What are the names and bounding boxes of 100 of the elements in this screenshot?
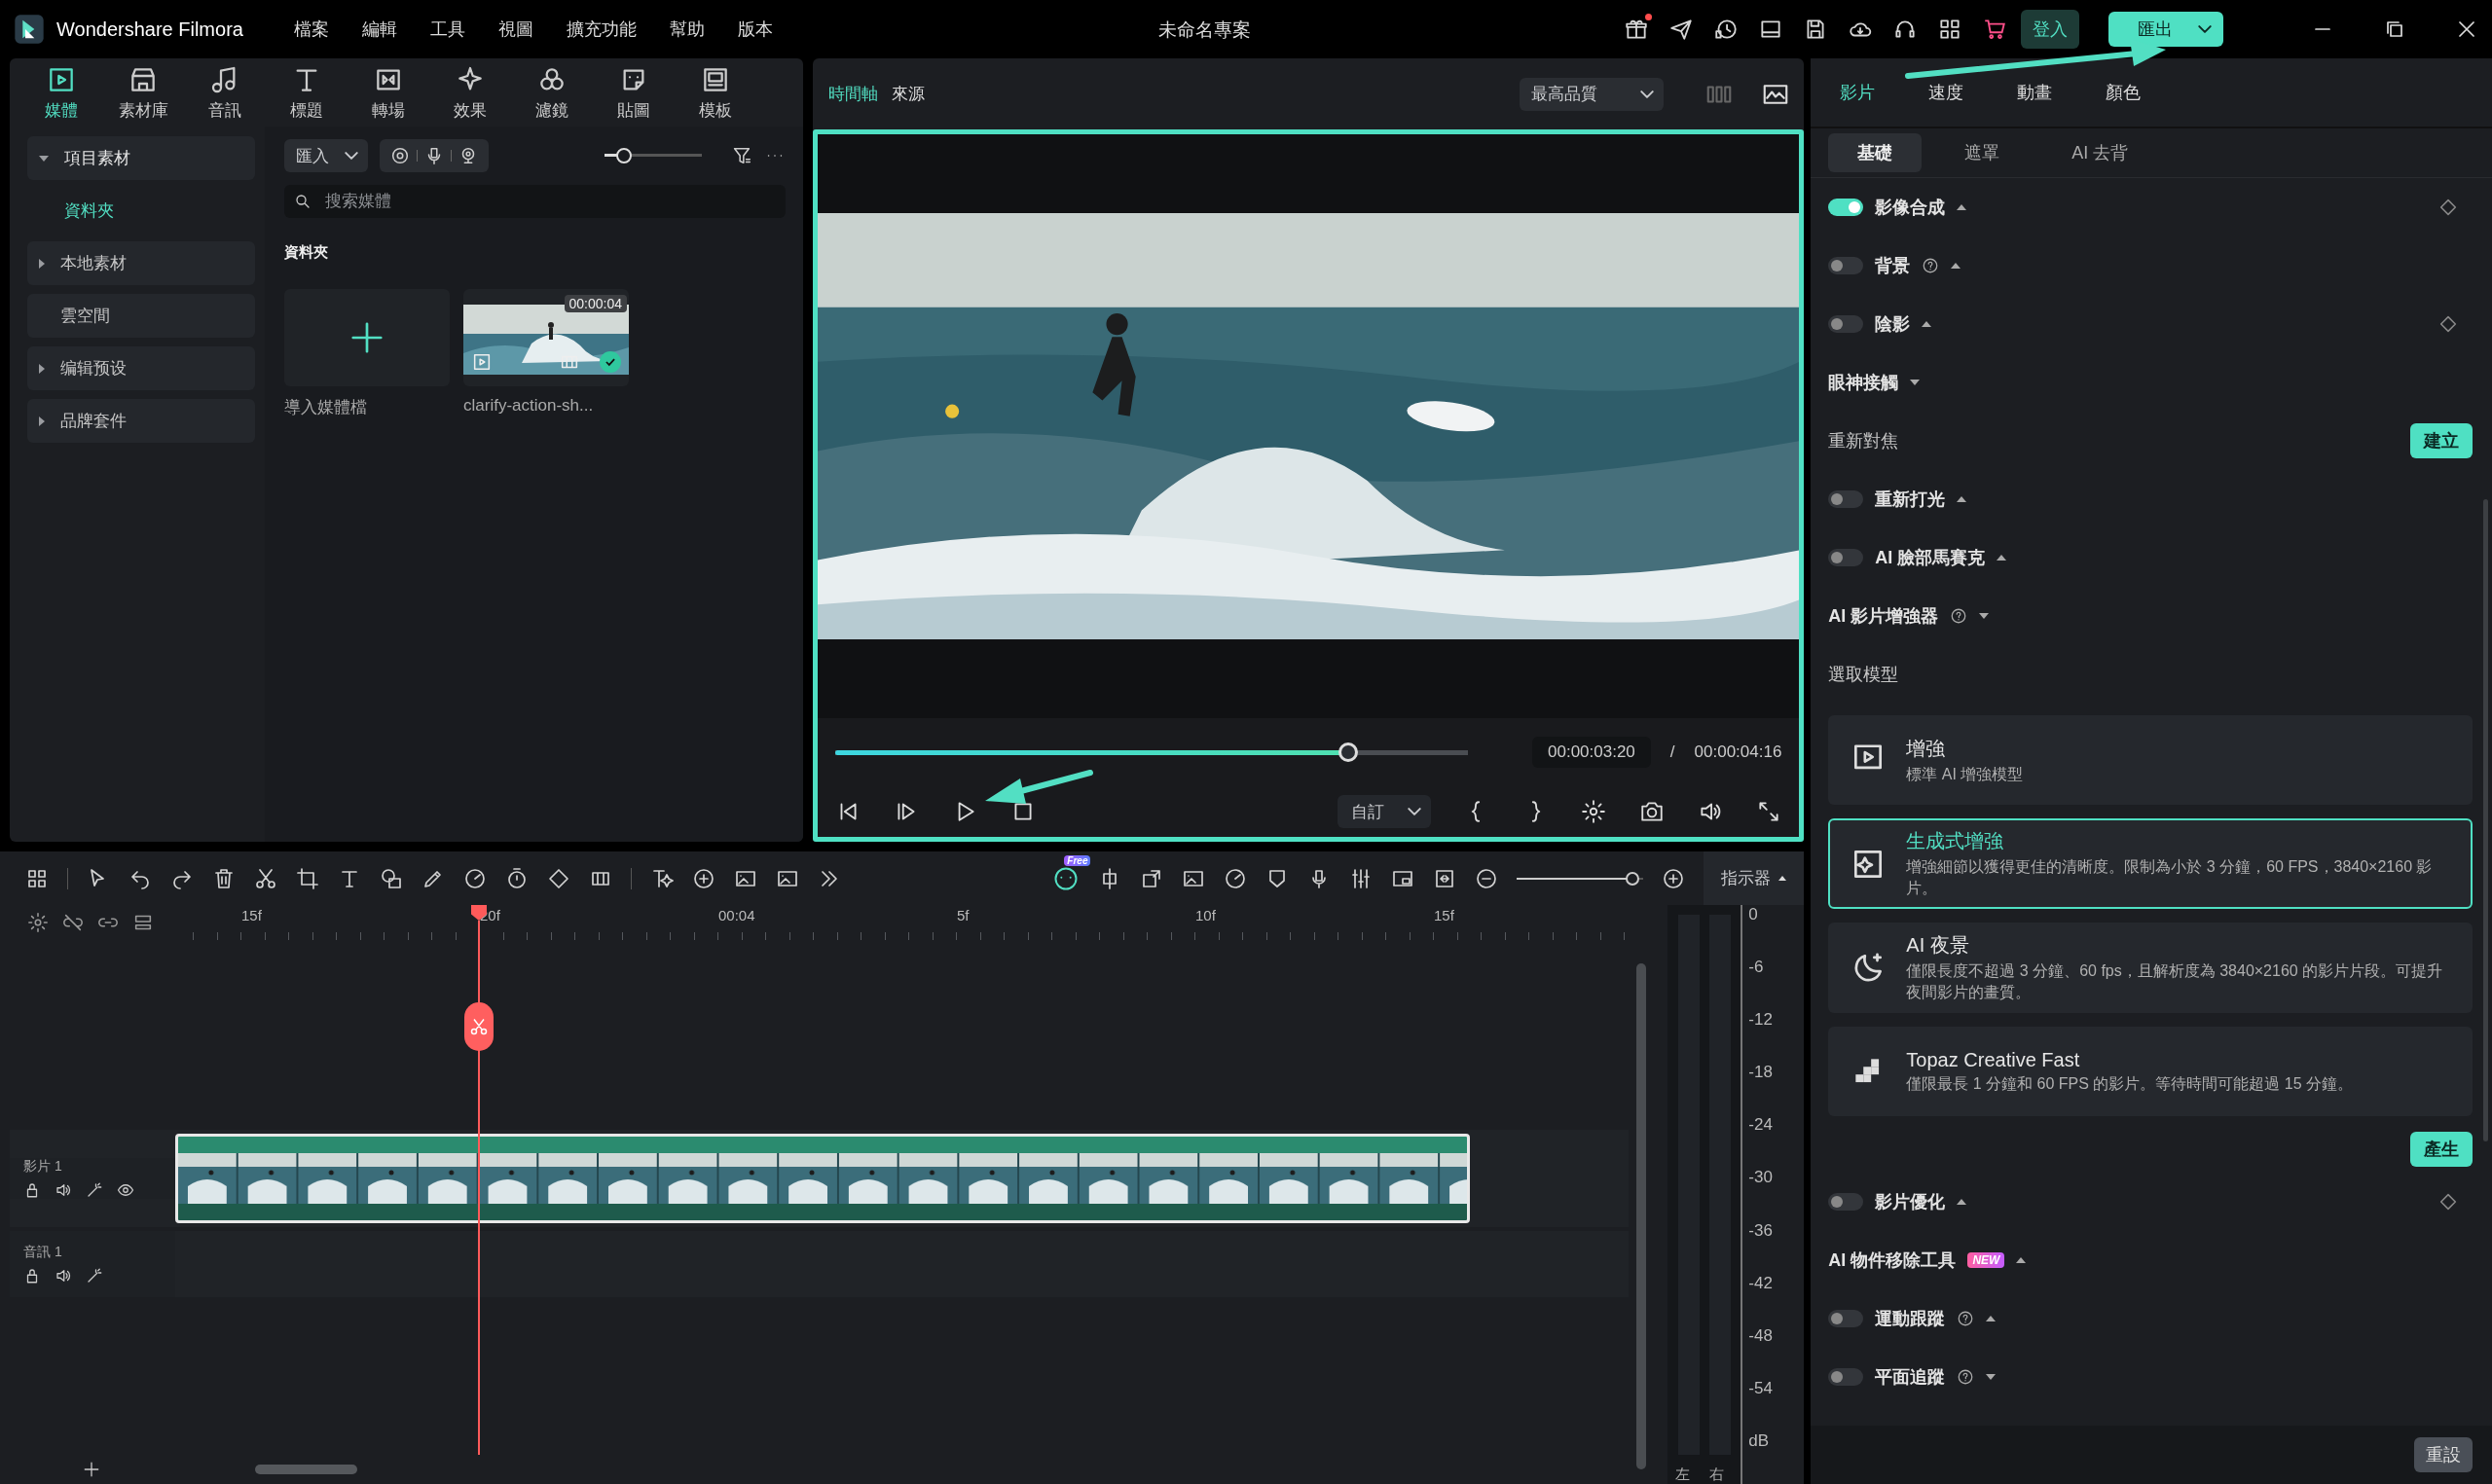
eye-icon[interactable] xyxy=(117,1181,134,1199)
toggle-switch[interactable] xyxy=(1828,1310,1864,1327)
inspector-tab[interactable]: 速度 xyxy=(1928,81,1964,104)
zoom-dropdown[interactable]: 自訂 xyxy=(1338,795,1432,828)
delete-icon[interactable] xyxy=(212,866,236,890)
expand-arrow-icon[interactable] xyxy=(1986,1316,1997,1321)
add-track-icon[interactable] xyxy=(83,1461,100,1478)
shape-icon[interactable] xyxy=(380,866,403,890)
import-dropdown[interactable]: 匯入 xyxy=(284,139,368,172)
help-icon[interactable] xyxy=(1950,607,1968,625)
cart-icon[interactable] xyxy=(1982,17,2007,42)
unlink-icon[interactable] xyxy=(62,912,84,933)
sub-tab[interactable]: AI 去背 xyxy=(2042,133,2158,172)
wand-icon[interactable] xyxy=(86,1267,103,1285)
preview-tab[interactable]: 來源 xyxy=(892,83,925,105)
zoom-in-icon[interactable] xyxy=(1662,866,1686,890)
apps-icon[interactable] xyxy=(1937,17,1962,42)
toggle-switch[interactable] xyxy=(1828,1368,1864,1386)
expand-arrow-icon[interactable] xyxy=(2016,1257,2027,1263)
speaker-icon[interactable] xyxy=(55,1267,72,1285)
slider-thumb[interactable] xyxy=(616,148,632,163)
folder-item[interactable]: 資料夾 xyxy=(27,189,255,233)
expand-arrow-icon[interactable] xyxy=(1957,496,1967,502)
paper-plane-icon[interactable] xyxy=(1668,17,1694,42)
model-option[interactable]: 增強 標準 AI 增強模型 xyxy=(1828,715,2474,805)
sidebar-item[interactable]: 本地素材 xyxy=(27,241,255,285)
clock-icon[interactable] xyxy=(1713,17,1739,42)
library-tab[interactable]: 貼圖 xyxy=(604,63,664,122)
toggle-switch[interactable] xyxy=(1828,1193,1864,1211)
sidebar-item[interactable]: 品牌套件 xyxy=(27,399,255,443)
quality-dropdown[interactable]: 最高品質 xyxy=(1520,77,1665,111)
collapse-arrow-icon[interactable] xyxy=(1979,613,1990,619)
menu-item[interactable]: 視圖 xyxy=(498,18,533,41)
sign-in-button[interactable]: 登入 xyxy=(2021,10,2079,49)
toggle-switch[interactable] xyxy=(1828,199,1864,216)
menu-item[interactable]: 檔案 xyxy=(294,18,329,41)
scissors-icon[interactable] xyxy=(254,866,277,890)
vertical-scrollbar[interactable] xyxy=(1636,963,1647,1469)
generate-button[interactable]: 產生 xyxy=(2410,1132,2474,1167)
library-tab[interactable]: 標題 xyxy=(276,63,337,122)
menu-item[interactable]: 擴充功能 xyxy=(567,18,637,41)
sidebar-item[interactable]: 编辑预设 xyxy=(27,346,255,390)
keyframe-icon[interactable] xyxy=(547,866,570,890)
help-icon[interactable] xyxy=(1957,1310,1975,1327)
sub-tab[interactable]: 基礎 xyxy=(1828,133,1923,172)
vertical-scrollbar[interactable] xyxy=(2483,499,2489,1141)
expand-arrow-icon[interactable] xyxy=(1922,321,1932,327)
library-tab[interactable]: 素材庫 xyxy=(113,63,173,122)
toggle-switch[interactable] xyxy=(1828,257,1864,274)
media-clip-tile[interactable]: 00:00:04 xyxy=(463,289,629,386)
video-clip[interactable] xyxy=(175,1134,1470,1223)
collapse-arrow-icon[interactable] xyxy=(1910,380,1921,385)
timer-icon[interactable] xyxy=(505,866,529,890)
import-media-tile[interactable] xyxy=(284,289,450,386)
sidebar-item[interactable]: 雲空間 xyxy=(27,294,255,338)
zoom-out-icon[interactable] xyxy=(1475,866,1499,890)
preview-tab[interactable]: 時間軸 xyxy=(828,83,878,105)
ai-audio-icon[interactable] xyxy=(692,866,715,890)
expand-arrow-icon[interactable] xyxy=(1951,263,1961,269)
model-option[interactable]: AI 夜景 僅限長度不超過 3 分鐘、60 fps，且解析度為 3840×2160 的影片片段。可提升夜間影片的畫質。 xyxy=(1828,923,2474,1013)
sub-tab[interactable]: 遮罩 xyxy=(1935,133,2030,172)
inspector-tab[interactable]: 顏色 xyxy=(2106,81,2142,104)
indicator-dropdown[interactable]: 指示器 xyxy=(1704,851,1805,905)
record-icon[interactable] xyxy=(389,145,411,166)
menu-item[interactable]: 工具 xyxy=(430,18,465,41)
split-marker-icon[interactable] xyxy=(464,1002,494,1051)
help-icon[interactable] xyxy=(1922,257,1940,274)
speed-icon[interactable] xyxy=(463,866,487,890)
expand-arrow-icon[interactable] xyxy=(1957,1199,1967,1205)
sidebar-item[interactable]: 項目素材 xyxy=(27,136,255,180)
library-tab[interactable]: 模板 xyxy=(685,63,746,122)
library-tab[interactable]: 音訊 xyxy=(195,63,255,122)
speaker-icon[interactable] xyxy=(55,1181,72,1199)
slider-thumb[interactable] xyxy=(1625,871,1639,886)
search-field[interactable]: 搜索媒體 xyxy=(284,185,786,218)
menu-item[interactable]: 版本 xyxy=(738,18,773,41)
model-option[interactable]: Topaz Creative Fast 僅限最長 1 分鐘和 60 FPS 的影片。等待時間可能超過 15 分鐘。 xyxy=(1828,1027,2474,1116)
library-tab[interactable]: 轉場 xyxy=(358,63,419,122)
settings-icon[interactable] xyxy=(27,912,49,933)
reset-button[interactable]: 重設 xyxy=(2414,1437,2474,1472)
menu-item[interactable]: 幫助 xyxy=(670,18,705,41)
inspector-tab[interactable]: 動畫 xyxy=(2017,81,2053,104)
crop-icon[interactable] xyxy=(296,866,319,890)
expand-arrow-icon[interactable] xyxy=(1957,204,1967,210)
stabilize-icon[interactable] xyxy=(1224,866,1248,890)
camera-icon[interactable] xyxy=(1639,799,1666,824)
menu-item[interactable]: 編輯 xyxy=(362,18,397,41)
toggle-switch[interactable] xyxy=(1828,490,1864,508)
library-tab[interactable]: 效果 xyxy=(440,63,500,122)
inspector-tab[interactable]: 影片 xyxy=(1840,81,1876,104)
library-tab[interactable]: 濾鏡 xyxy=(522,63,582,122)
model-option[interactable]: 生成式增強 增強細節以獲得更佳的清晰度。限制為小於 3 分鐘，60 FPS，3840×2160 影片。 xyxy=(1828,818,2474,909)
collapse-arrow-icon[interactable] xyxy=(1986,1374,1997,1380)
toggle-switch[interactable] xyxy=(1828,315,1864,333)
help-icon[interactable] xyxy=(1957,1368,1975,1386)
wand-icon[interactable] xyxy=(86,1181,103,1199)
create-button[interactable]: 建立 xyxy=(2410,423,2474,458)
slider-thumb[interactable] xyxy=(1338,742,1358,762)
library-tab[interactable]: 媒體 xyxy=(31,63,92,122)
horizontal-scrollbar[interactable] xyxy=(255,1465,357,1474)
